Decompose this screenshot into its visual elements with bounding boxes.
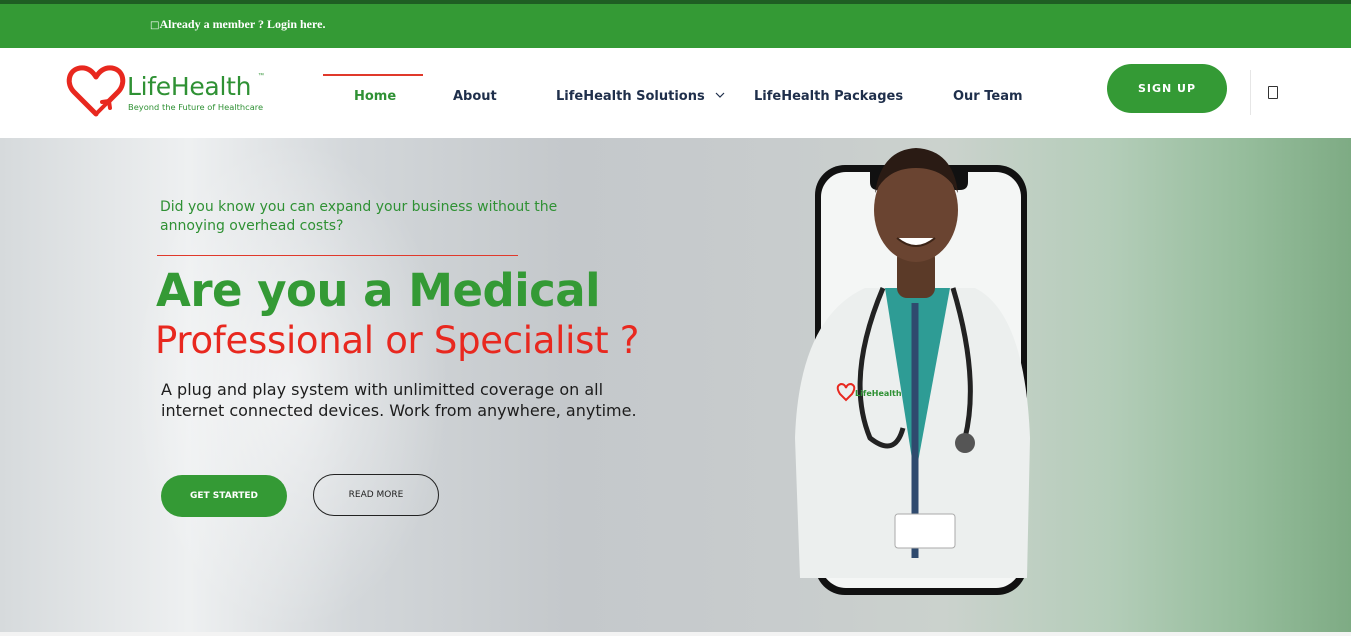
doctor-phone-image: LifeHealth <box>795 148 1030 595</box>
logo-wordmark: LifeHealth <box>127 72 252 101</box>
nav-team[interactable]: Our Team <box>953 89 1023 104</box>
login-link[interactable]: □Already a member ? Login here. <box>150 17 325 32</box>
top-bar: □Already a member ? Login here. <box>0 0 1351 48</box>
nav-about[interactable]: About <box>453 89 497 104</box>
logo-trademark: ™ <box>258 73 264 79</box>
hero-banner: Did you know you can expand your busines… <box>0 138 1351 632</box>
nav-packages[interactable]: LifeHealth Packages <box>754 89 903 104</box>
hero-subtitle: Professional or Specialist ? <box>155 319 640 362</box>
logo-tagline: Beyond the Future of Healthcare <box>128 102 264 112</box>
nav-active-indicator <box>323 74 423 76</box>
hero-description: A plug and play system with unlimitted c… <box>161 380 637 420</box>
hero-bottom-strip <box>0 632 1351 636</box>
hero-divider <box>157 255 518 256</box>
chevron-down-icon <box>715 92 725 98</box>
header-divider <box>1250 70 1251 115</box>
nav-solutions-label: LifeHealth Solutions <box>556 89 705 104</box>
signup-button[interactable]: SIGN UP <box>1107 64 1227 113</box>
site-logo[interactable]: LifeHealth ™ Beyond the Future of Health… <box>66 64 266 120</box>
coat-logo-text: LifeHealth <box>855 389 902 398</box>
cart-icon[interactable] <box>1268 86 1278 99</box>
hero-title: Are you a Medical <box>156 264 601 317</box>
get-started-button[interactable]: GET STARTED <box>161 475 287 517</box>
nav-solutions[interactable]: LifeHealth Solutions <box>556 89 725 104</box>
heart-logo-icon <box>66 65 126 117</box>
read-more-button[interactable]: READ MORE <box>313 474 439 516</box>
site-header: LifeHealth ™ Beyond the Future of Health… <box>0 48 1351 138</box>
login-link-text: Already a member ? Login here. <box>159 17 326 31</box>
hero-intro-text: Did you know you can expand your busines… <box>160 199 558 234</box>
nav-home[interactable]: Home <box>354 89 396 104</box>
